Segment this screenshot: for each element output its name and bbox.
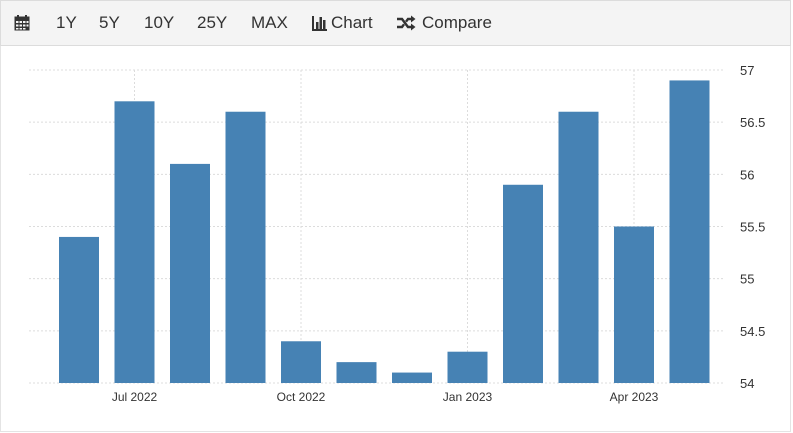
bar[interactable] (281, 341, 321, 383)
x-tick-label: Oct 2022 (277, 390, 326, 404)
range-1y-button[interactable]: 1Y (56, 13, 77, 33)
y-tick-label: 54 (740, 376, 754, 391)
bar[interactable] (614, 226, 654, 384)
x-tick-label: Jan 2023 (443, 390, 493, 404)
shuffle-icon (396, 15, 416, 31)
y-tick-label: 55.5 (740, 220, 765, 235)
bar[interactable] (336, 362, 377, 383)
range-5y-button[interactable]: 5Y (99, 13, 120, 33)
bar[interactable] (558, 111, 599, 383)
bar[interactable] (170, 163, 210, 383)
x-tick-label: Apr 2023 (610, 390, 659, 404)
bar[interactable] (225, 111, 266, 383)
y-tick-label: 56.5 (740, 115, 765, 130)
bar[interactable] (669, 80, 710, 383)
bar[interactable] (392, 372, 432, 383)
chart-type-button[interactable]: Chart (312, 13, 373, 33)
range-10y-button[interactable]: 10Y (144, 13, 174, 33)
range-max-button[interactable]: MAX (251, 13, 288, 33)
bar-chart-icon (312, 15, 327, 31)
compare-button[interactable]: Compare (396, 13, 492, 33)
bar[interactable] (59, 236, 99, 383)
bar[interactable] (447, 351, 488, 383)
bar[interactable] (503, 184, 543, 383)
chart-area: 54 54.5 55 55.5 56 56.5 57 Jul 2022 Oct 2022 Jan … (0, 46, 791, 432)
y-tick-label: 57 (740, 63, 754, 78)
compare-label: Compare (422, 13, 492, 32)
y-tick-label: 54.5 (740, 324, 765, 339)
x-tick-label: Jul 2022 (112, 390, 158, 404)
range-25y-button[interactable]: 25Y (197, 13, 227, 33)
chart-type-label: Chart (331, 13, 373, 32)
calendar-icon[interactable] (14, 15, 30, 31)
chart-toolbar: 1Y 5Y 10Y 25Y MAX Chart Compare (0, 0, 791, 46)
bar[interactable] (114, 101, 155, 384)
y-tick-label: 56 (740, 167, 754, 182)
y-tick-label: 55 (740, 272, 754, 287)
bar-chart: 54 54.5 55 55.5 56 56.5 57 Jul 2022 Oct 2022 Jan … (29, 63, 765, 404)
